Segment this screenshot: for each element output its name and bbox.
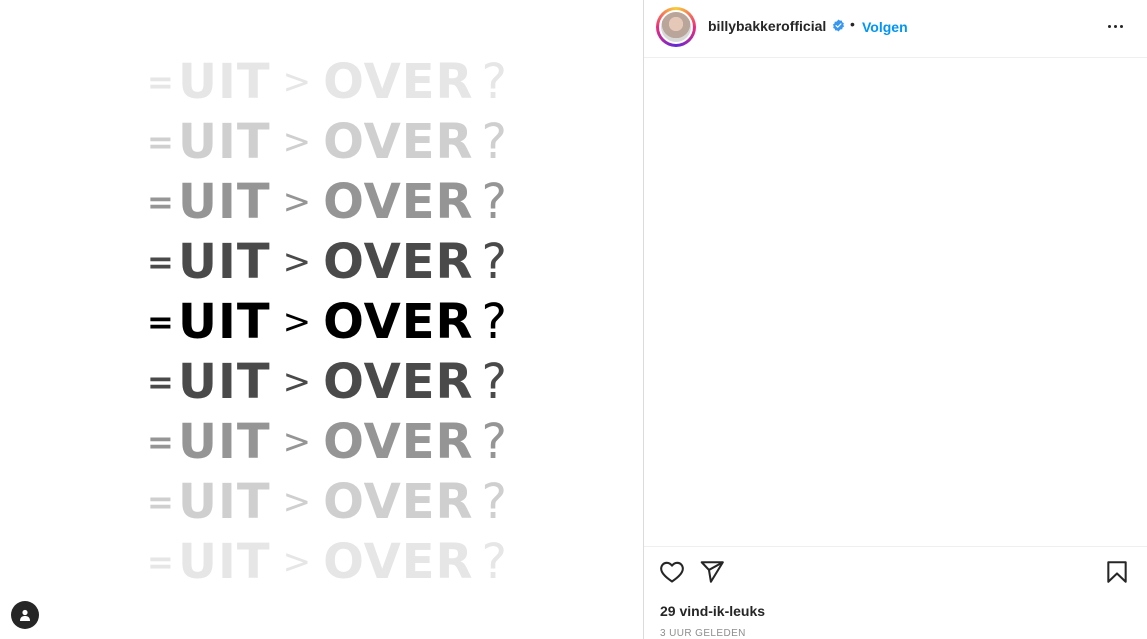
follow-button[interactable]: Volgen [862, 19, 908, 35]
text-word-over: OVER [323, 294, 474, 350]
text-equals: = [147, 363, 174, 401]
text-word-uit: UIT [178, 414, 271, 470]
text-word-over: OVER [323, 54, 474, 110]
text-equals: = [147, 123, 174, 161]
text-word-uit: UIT [178, 234, 271, 290]
heart-icon[interactable] [659, 559, 685, 585]
post-text-line: = UIT > OVER? [147, 234, 507, 290]
text-question-mark: ? [481, 414, 507, 470]
text-question-mark: ? [481, 54, 507, 110]
text-greater-than: > [282, 62, 312, 102]
text-greater-than: > [282, 122, 312, 162]
post-text-line: = UIT > OVER? [147, 534, 507, 590]
text-question-mark: ? [481, 114, 507, 170]
text-word-uit: UIT [178, 54, 271, 110]
text-equals: = [147, 63, 174, 101]
post-text-line: = UIT > OVER? [147, 294, 507, 350]
text-greater-than: > [282, 182, 312, 222]
username-link[interactable]: billybakkerofficial [708, 18, 826, 34]
tagged-user-icon[interactable] [11, 601, 39, 629]
text-equals: = [147, 483, 174, 521]
text-word-over: OVER [323, 474, 474, 530]
text-word-over: OVER [323, 534, 474, 590]
text-word-uit: UIT [178, 114, 271, 170]
text-equals: = [147, 303, 174, 341]
text-greater-than: > [282, 422, 312, 462]
text-greater-than: > [282, 482, 312, 522]
paper-plane-icon[interactable] [699, 559, 725, 585]
text-question-mark: ? [481, 354, 507, 410]
post-text-line: = UIT > OVER? [147, 474, 507, 530]
post-header: billybakkerofficial • Volgen [644, 0, 1147, 58]
post-side-panel: billybakkerofficial • Volgen 29 vind-ik-… [644, 0, 1147, 639]
actions-divider [644, 546, 1147, 547]
text-word-uit: UIT [178, 534, 271, 590]
text-question-mark: ? [481, 174, 507, 230]
text-word-uit: UIT [178, 294, 271, 350]
text-question-mark: ? [481, 294, 507, 350]
text-question-mark: ? [481, 534, 507, 590]
text-greater-than: > [282, 302, 312, 342]
text-word-over: OVER [323, 414, 474, 470]
text-greater-than: > [282, 242, 312, 282]
text-word-over: OVER [323, 234, 474, 290]
text-question-mark: ? [481, 474, 507, 530]
text-equals: = [147, 423, 174, 461]
post-text-line: = UIT > OVER? [147, 354, 507, 410]
likes-count[interactable]: 29 vind-ik-leuks [660, 603, 765, 619]
text-word-over: OVER [323, 354, 474, 410]
text-word-uit: UIT [178, 354, 271, 410]
avatar-image [659, 10, 693, 44]
post-text-line: = UIT > OVER? [147, 414, 507, 470]
text-equals: = [147, 183, 174, 221]
post-text-line: = UIT > OVER? [147, 114, 507, 170]
text-word-uit: UIT [178, 474, 271, 530]
text-word-over: OVER [323, 174, 474, 230]
text-word-uit: UIT [178, 174, 271, 230]
avatar[interactable] [656, 7, 696, 47]
separator-dot: • [850, 16, 855, 32]
post-text-line: = UIT > OVER? [147, 174, 507, 230]
post-image[interactable]: = UIT > OVER? = UIT > OVER? = UIT > OVER? = UIT > OVER?… [0, 0, 643, 639]
post-text-line: = UIT > OVER? [147, 54, 507, 110]
text-greater-than: > [282, 362, 312, 402]
text-equals: = [147, 243, 174, 281]
post-timestamp[interactable]: 3 UUR GELEDEN [660, 628, 746, 639]
text-greater-than: > [282, 542, 312, 582]
text-question-mark: ? [481, 234, 507, 290]
text-word-over: OVER [323, 114, 474, 170]
verified-badge-icon [832, 19, 845, 32]
bookmark-icon[interactable] [1104, 559, 1130, 585]
text-equals: = [147, 543, 174, 581]
more-options-icon[interactable] [1105, 16, 1125, 36]
